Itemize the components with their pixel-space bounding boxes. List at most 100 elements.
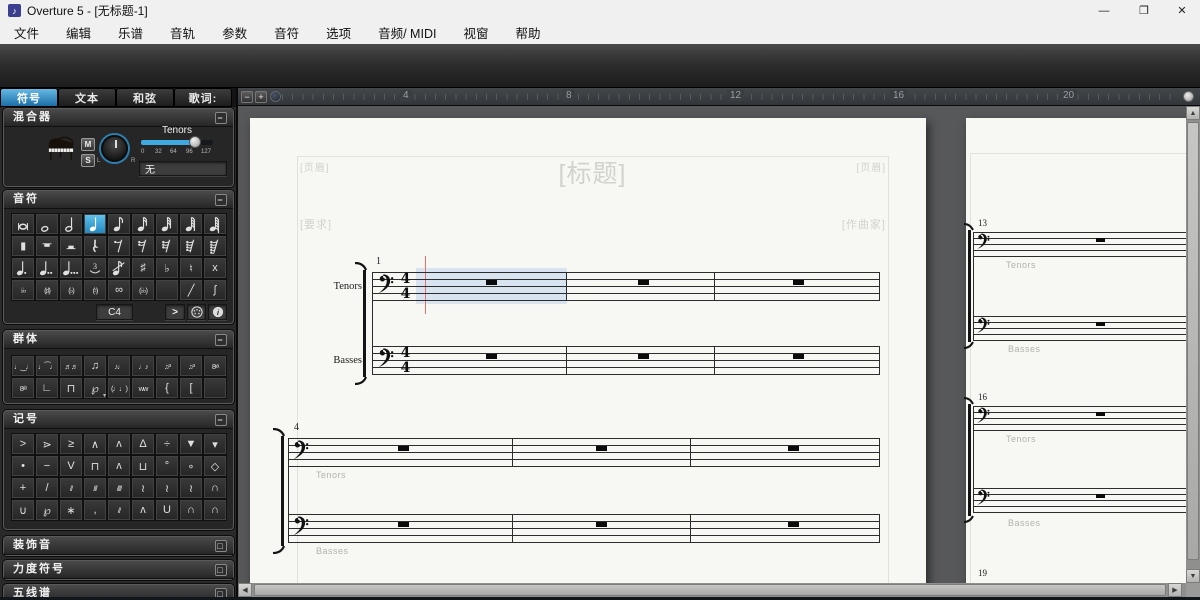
composer-placeholder[interactable]: [作曲家] [297, 216, 886, 232]
dynamics-section-header[interactable]: 力度符号□ [4, 561, 233, 579]
beam-sixteenths-button[interactable]: ♬♬ [59, 355, 83, 377]
bracket-tool-button[interactable]: [ [179, 377, 203, 399]
paren-natural-button[interactable]: (♮) [83, 279, 107, 301]
turn-ornament-button[interactable]: ℘ [35, 499, 59, 521]
staff-basses[interactable] [973, 488, 1186, 513]
snap-pizzicato-button[interactable]: ° [155, 455, 179, 477]
marcato-button[interactable]: ∧ [83, 433, 107, 455]
note-eighth-button[interactable] [107, 213, 131, 235]
expand-icon[interactable]: □ [215, 540, 227, 552]
menu-item-file[interactable]: 文件 [14, 23, 39, 42]
bass-clef-icon[interactable] [976, 488, 990, 506]
menu-item-tracks[interactable]: 音轨 [170, 23, 195, 42]
horizontal-scrollbar[interactable]: ◀ ▶ [238, 583, 1186, 597]
rest-half-button[interactable] [59, 235, 83, 257]
solo-button[interactable]: S [81, 154, 95, 167]
fermata-square-button[interactable]: U [155, 499, 179, 521]
wedge-large-button[interactable]: ▼ [179, 433, 203, 455]
tremolo-1-button[interactable]: / [35, 477, 59, 499]
sharp-button[interactable]: ♯ [131, 257, 155, 279]
tremolo-3-button[interactable]: /// [83, 477, 107, 499]
collapse-icon[interactable]: − [215, 334, 227, 346]
instrument-field[interactable]: 无 [139, 161, 227, 176]
accent-tenuto-button[interactable]: ≥ [59, 433, 83, 455]
arpeggio-down-button[interactable]: ≀ [179, 477, 203, 499]
time-signature[interactable]: 44 [398, 346, 413, 375]
groups-section-header[interactable]: 群体− [4, 331, 233, 349]
marcato-open-button[interactable]: Δ [131, 433, 155, 455]
whole-rest[interactable] [1096, 412, 1105, 416]
tenuto-button[interactable]: − [35, 455, 59, 477]
scroll-up-arrow[interactable]: ▲ [1186, 106, 1200, 120]
beam-eighths-button[interactable]: ♫ [83, 355, 107, 377]
bass-clef-icon[interactable] [377, 273, 394, 294]
rest-long-button[interactable] [11, 235, 35, 257]
rest-16th-button[interactable] [131, 235, 155, 257]
staccato-button[interactable]: • [11, 455, 35, 477]
rest-32nd-button[interactable] [155, 235, 179, 257]
up-bow-small-button[interactable]: ʌ [107, 455, 131, 477]
rest-quarter-button[interactable] [83, 235, 107, 257]
brace-tool-button[interactable]: { [155, 377, 179, 399]
bass-clef-icon[interactable] [292, 515, 309, 536]
pedal-bracket-button[interactable]: ⊓ [59, 377, 83, 399]
fermata-button[interactable]: ∩ [179, 499, 203, 521]
beam-slant-up-button[interactable]: ♩♪ [131, 355, 155, 377]
collapse-icon[interactable]: − [215, 112, 227, 124]
pan-knob[interactable] [101, 135, 128, 162]
triplet-beamed-button[interactable]: ♫³ [155, 355, 179, 377]
staff-tenors[interactable] [288, 438, 880, 467]
staff-tenors[interactable] [973, 406, 1186, 431]
caesura-button[interactable]: // [107, 499, 131, 521]
whole-rest[interactable] [1096, 238, 1105, 242]
menu-item-audio-midi[interactable]: 音频/ MIDI [378, 23, 436, 42]
note-quarter-button[interactable] [83, 213, 107, 235]
fermata-below-button[interactable]: ∪ [11, 499, 35, 521]
up-bow-button[interactable]: V [59, 455, 83, 477]
whole-rest[interactable] [793, 354, 804, 359]
double-flat-button[interactable]: ♭♭ [11, 279, 35, 301]
diamond-button[interactable]: ◇ [203, 455, 227, 477]
arpeggio-up-button[interactable]: ≀ [155, 477, 179, 499]
tremolo-2-button[interactable]: // [59, 477, 83, 499]
whole-rest[interactable] [1096, 322, 1105, 326]
staff-label-tenors-ghost[interactable]: Tenors [1006, 260, 1036, 270]
tie-button[interactable]: ♩‿♩ [11, 355, 35, 377]
whole-rest[interactable] [1096, 494, 1105, 498]
tab-chords[interactable]: 和弦 [116, 88, 174, 107]
beam-slant-down-button[interactable]: ♪♩ [107, 355, 131, 377]
paren-flat-button[interactable]: (♭) [59, 279, 83, 301]
whole-rest[interactable] [596, 522, 607, 527]
expand-icon[interactable]: □ [215, 564, 227, 576]
pedal-ped-button[interactable]: ℘▾ [83, 377, 107, 399]
ruler-zoom-in-button[interactable]: + [255, 91, 267, 103]
score-page-2[interactable]: 13 Tenors Basses 16 Tenors Ba [966, 118, 1186, 583]
staff-label-tenors-ghost[interactable]: Tenors [316, 470, 346, 480]
tab-symbols[interactable]: 符号 [0, 88, 58, 107]
marcato-small-button[interactable]: ʌ [131, 499, 155, 521]
triplet-bracket-button[interactable]: ♫³ [179, 355, 203, 377]
augmentation-dot-button[interactable] [11, 257, 35, 279]
note-whole-button[interactable] [35, 213, 59, 235]
triple-dot-button[interactable] [59, 257, 83, 279]
double-dot-button[interactable] [35, 257, 59, 279]
whole-rest[interactable] [398, 522, 409, 527]
staff-label-basses-ghost[interactable]: Basses [316, 546, 349, 556]
arpeggio-button[interactable]: ≀ [131, 477, 155, 499]
collapse-icon[interactable]: − [215, 414, 227, 426]
whole-rest[interactable] [638, 280, 649, 285]
staff-label-tenors-ghost[interactable]: Tenors [1006, 434, 1036, 444]
tremolo-4-button[interactable]: //// [107, 477, 131, 499]
staff-label-basses-ghost[interactable]: Basses [1008, 518, 1041, 528]
bass-clef-icon[interactable] [976, 406, 990, 424]
note-breve-button[interactable] [11, 213, 35, 235]
whole-rest[interactable] [788, 446, 799, 451]
breath-mark-button[interactable]: , [83, 499, 107, 521]
rest-64th-button[interactable] [179, 235, 203, 257]
paren-sharp-button[interactable]: (♯) [35, 279, 59, 301]
whole-rest[interactable] [793, 280, 804, 285]
pitch-field[interactable]: C4 [96, 304, 133, 320]
marcato-staccato-button[interactable]: ʌ [107, 433, 131, 455]
accent-button[interactable]: > [11, 433, 35, 455]
collapse-icon[interactable]: − [215, 194, 227, 206]
